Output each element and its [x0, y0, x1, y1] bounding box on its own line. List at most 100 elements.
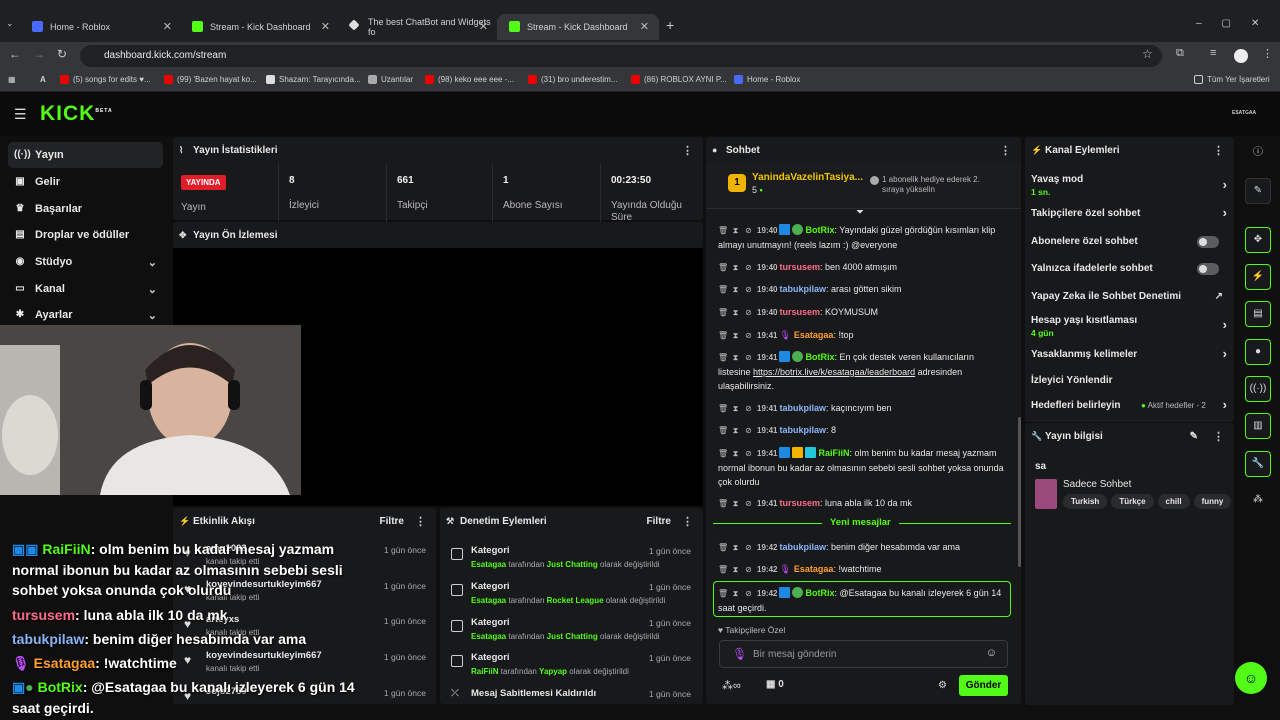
message-user[interactable]: tabukpilaw	[779, 403, 826, 413]
browser-tab-roblox[interactable]: Home - Roblox ✕	[20, 14, 182, 40]
notes-toggle-icon[interactable]: ▤	[1245, 301, 1271, 327]
message-user[interactable]: BotRix	[805, 352, 834, 362]
sidebar-item-kanal[interactable]: ▭ Kanal ⌄	[8, 276, 163, 302]
delete-icon[interactable]: 🗑	[718, 497, 728, 511]
window-controls[interactable]: –▢✕	[1196, 18, 1279, 29]
hamburger-menu-icon[interactable]: ☰	[14, 106, 27, 123]
media-icon[interactable]: ≡	[1210, 47, 1216, 59]
ban-icon[interactable]: ⊘	[744, 261, 753, 275]
action-goals[interactable]: Hedefleri belirleyin ● Aktif hedefler - 2…	[1031, 397, 1227, 416]
browser-menu-icon[interactable]: ⋮	[1262, 47, 1273, 60]
actions-toggle-icon[interactable]: ⚡	[1245, 264, 1271, 290]
ban-icon[interactable]: ⊘	[744, 306, 753, 320]
ban-icon[interactable]: ⊘	[744, 424, 753, 438]
delete-icon[interactable]: 🗑	[718, 283, 728, 297]
more-options-icon[interactable]: ⋮	[415, 515, 426, 528]
ban-icon[interactable]: ⊘	[744, 351, 753, 365]
delete-icon[interactable]: 🗑	[718, 224, 728, 238]
stream-info-toggle-icon[interactable]: 🔧	[1245, 451, 1271, 477]
url-input[interactable]: dashboard.kick.com/stream	[80, 45, 1162, 67]
sidebar-item-gelir[interactable]: ▣ Gelir	[8, 169, 163, 195]
ban-icon[interactable]: ⊘	[744, 224, 753, 238]
ban-icon[interactable]: ⊘	[744, 402, 753, 416]
close-tab-icon[interactable]: ✕	[321, 20, 330, 33]
message-user[interactable]: BotRix	[805, 225, 834, 235]
bookmark-star-icon[interactable]: ☆	[1142, 47, 1153, 61]
timeout-icon[interactable]: ⧗	[731, 261, 740, 275]
bookmark-item[interactable]: (98) keko eee eee -...	[425, 75, 514, 84]
tag[interactable]: funny	[1193, 494, 1232, 509]
chat-toggle-icon[interactable]: ●	[1245, 339, 1271, 365]
support-chat-button[interactable]: ☺	[1235, 662, 1267, 694]
delete-icon[interactable]: 🗑	[718, 541, 728, 555]
gift-leaderboard[interactable]: 1 YanindaVazelinTasiya... 5 ▪ 1 abonelik…	[706, 163, 1021, 209]
delete-icon[interactable]: 🗑	[718, 329, 728, 343]
apps-icon[interactable]: ▦	[8, 75, 16, 84]
action-ai-moderation[interactable]: Yapay Zeka ile Sohbet Denetimi ↗	[1031, 291, 1227, 307]
timeout-icon[interactable]: ⧗	[731, 541, 740, 555]
delete-icon[interactable]: 🗑	[718, 587, 728, 601]
timeout-icon[interactable]: ⧗	[731, 497, 740, 511]
ban-icon[interactable]: ⊘	[744, 563, 753, 577]
action-host[interactable]: İzleyici Yönlendir	[1031, 375, 1227, 391]
bookmark-item[interactable]: Home - Roblox	[734, 75, 800, 84]
user-profile[interactable]: ESATGAA	[1232, 110, 1256, 116]
preview-toggle-icon[interactable]: ✥	[1245, 227, 1271, 253]
timeout-icon[interactable]: ⧗	[731, 563, 740, 577]
message-user[interactable]: tursusem	[779, 262, 820, 272]
more-options-icon[interactable]: ⋮	[1213, 430, 1224, 443]
tag[interactable]: Türkçe	[1111, 494, 1154, 509]
timeout-icon[interactable]: ⧗	[731, 447, 740, 461]
timeout-icon[interactable]: ⧗	[731, 424, 740, 438]
delete-icon[interactable]: 🗑	[718, 424, 728, 438]
points-icon[interactable]: ⁂∞	[722, 679, 741, 692]
info-icon[interactable]: ⓘ	[1245, 141, 1271, 167]
delete-icon[interactable]: 🗑	[718, 563, 728, 577]
bookmark-item[interactable]: Uzantılar	[368, 75, 413, 84]
gift-counter[interactable]: ▦ 0	[766, 679, 784, 690]
action-account-age[interactable]: Hesap yaşı kısıtlaması 4 gün ›	[1031, 315, 1227, 341]
bookmark-item[interactable]: (5) songs for edits ♥...	[60, 75, 151, 84]
moderation-toggle-icon[interactable]: ▥	[1245, 413, 1271, 439]
browser-tab-kick-1[interactable]: Stream - Kick Dashboard ✕	[180, 14, 340, 40]
message-user[interactable]: RaiFiiN	[818, 448, 849, 458]
browser-tab-chatbot[interactable]: The best ChatBot and Widgets fo ✕	[338, 14, 498, 40]
back-icon[interactable]: ←	[9, 47, 21, 61]
extensions-icon[interactable]: ⧉	[1176, 47, 1184, 60]
action-banned-words[interactable]: Yasaklanmış kelimeler ›	[1031, 346, 1227, 365]
message-user[interactable]: Esatagaa	[794, 330, 834, 340]
stream-category[interactable]: Sadece Sohbet	[1063, 479, 1131, 490]
more-options-icon[interactable]: ⋮	[1000, 144, 1011, 157]
filter-button[interactable]: Filtre	[380, 516, 404, 527]
ban-icon[interactable]: ⊘	[744, 283, 753, 297]
leaderboard-link[interactable]: https://botrix.live/k/esatagaa/leaderboa…	[753, 367, 915, 377]
message-user[interactable]: tabukpilaw	[779, 425, 826, 435]
more-options-icon[interactable]: ⋮	[682, 515, 693, 528]
share-icon[interactable]: ⁂	[1245, 488, 1271, 514]
close-tab-icon[interactable]: ✕	[479, 20, 488, 33]
ban-icon[interactable]: ⊘	[744, 587, 753, 601]
more-options-icon[interactable]: ⋮	[1213, 144, 1224, 157]
bookmark-a[interactable]: A	[40, 75, 46, 84]
all-bookmarks[interactable]: Tüm Yer İşaretleri	[1194, 75, 1270, 84]
kick-logo[interactable]: KICKBETA	[40, 102, 113, 126]
pinned-expand-icon[interactable]: ⏷	[856, 207, 864, 218]
filter-button[interactable]: Filtre	[647, 516, 671, 527]
message-user[interactable]: tursusem	[779, 498, 820, 508]
bookmark-item[interactable]: Shazam: Tarayıcında...	[266, 75, 361, 84]
action-followers-only[interactable]: Takipçilere özel sohbet ›	[1031, 205, 1227, 224]
delete-icon[interactable]: 🗑	[718, 447, 728, 461]
close-tab-icon[interactable]: ✕	[640, 20, 649, 33]
message-user[interactable]: tursusem	[779, 307, 820, 317]
ban-icon[interactable]: ⊘	[744, 329, 753, 343]
sidebar-item-basarilar[interactable]: ♛ Başarılar	[8, 196, 163, 222]
emote-only-toggle[interactable]	[1197, 263, 1219, 275]
sidebar-item-droplar[interactable]: ▤ Droplar ve ödüller	[8, 222, 163, 248]
category-thumbnail[interactable]	[1035, 479, 1057, 509]
chat-settings-icon[interactable]: ⚙	[938, 680, 947, 691]
edit-icon[interactable]: ✎	[1190, 431, 1198, 442]
tab-search-icon[interactable]: ⌄	[6, 18, 14, 29]
send-button[interactable]: Gönder	[959, 675, 1008, 696]
edit-layout-icon[interactable]: ✎	[1245, 178, 1271, 204]
broadcast-toggle-icon[interactable]: ((·))	[1245, 376, 1271, 402]
